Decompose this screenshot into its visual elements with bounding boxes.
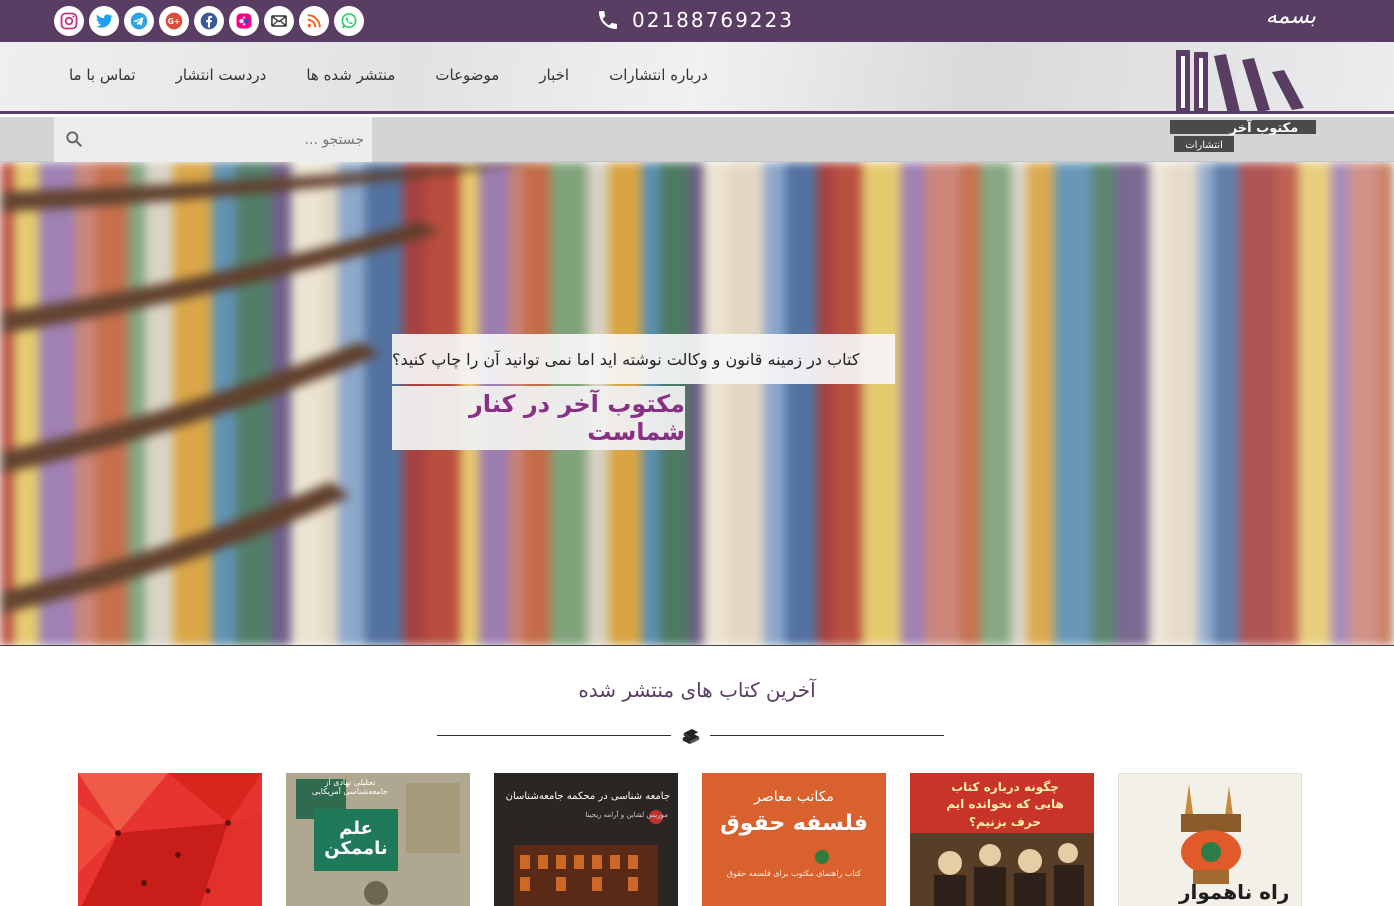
book-card[interactable]: چگونه درباره کتاب هایی که نخوانده ایم حر… — [910, 773, 1094, 906]
phone-number: 02188769223 — [632, 8, 794, 32]
book-subtitle: مکاتب معاصر — [754, 789, 834, 805]
google-plus-icon[interactable]: G+ — [159, 6, 189, 36]
divider-right — [710, 735, 944, 736]
book-title: چگونه درباره کتاب هایی که نخوانده ایم حر… — [946, 780, 1064, 829]
nav-item-about[interactable]: درباره انتشارات — [609, 66, 708, 84]
flickr-icon[interactable] — [229, 6, 259, 36]
phone-contact[interactable]: 02188769223 — [596, 5, 794, 35]
svg-text:G+: G+ — [168, 17, 180, 26]
hero-banner: کتاب در زمینه قانون و وکالت نوشته اید ام… — [0, 162, 1394, 646]
whatsapp-icon[interactable] — [334, 6, 364, 36]
telegram-icon[interactable] — [124, 6, 154, 36]
book-cover-image — [78, 773, 262, 906]
rss-icon[interactable] — [299, 6, 329, 36]
latest-books-list: تحلیلی نهادی از جامعه‌شناسی آمریکایی علم… — [78, 773, 1302, 906]
logo-name-text: مکتوب آخر — [1229, 119, 1299, 136]
top-bar: G+ 02188769223 بسمه — [0, 0, 1394, 42]
logo-graphic: انتشارات مکتوب آخر — [1170, 50, 1316, 152]
bookshelf-image — [0, 162, 1394, 645]
phone-icon — [599, 11, 617, 29]
instagram-icon[interactable] — [54, 6, 84, 36]
bismillah-text: بسمه — [1265, 4, 1316, 29]
email-icon[interactable] — [264, 6, 294, 36]
book-title: فلسفه حقوق — [720, 811, 868, 836]
books-icon — [682, 729, 700, 745]
social-links: G+ — [54, 6, 364, 36]
nav-item-news[interactable]: اخبار — [539, 66, 569, 84]
hero-tagline: مکتوب آخر در کنار شماست — [392, 386, 685, 450]
book-title: علم ناممکن — [324, 818, 388, 859]
twitter-icon[interactable] — [89, 6, 119, 36]
search-icon[interactable] — [64, 129, 84, 149]
book-card[interactable]: جامعه شناسی در محکمه جامعه‌شناسان موریس … — [494, 773, 678, 906]
book-title: راه ناهموار — [1179, 880, 1290, 904]
nav-item-topics[interactable]: موضوعات — [435, 66, 499, 84]
book-card[interactable]: تحلیلی نهادی از جامعه‌شناسی آمریکایی علم… — [286, 773, 470, 906]
hero-question: کتاب در زمینه قانون و وکالت نوشته اید ام… — [392, 334, 895, 384]
book-subtitle: تحلیلی نهادی از جامعه‌شناسی آمریکایی — [311, 778, 389, 796]
latest-books-title: آخرین کتاب های منتشر شده — [578, 678, 816, 702]
main-nav: درباره انتشارات اخبار موضوعات منتشر شده … — [69, 66, 708, 84]
logo-sub-text: انتشارات — [1185, 140, 1223, 151]
book-note: کتاب راهنمای مکتوب برای فلسفه حقوق — [726, 869, 862, 878]
book-subtitle: موریس لشاین و آرامه ریجینا — [585, 811, 668, 819]
site-logo[interactable]: انتشارات مکتوب آخر — [1154, 46, 1316, 158]
facebook-icon[interactable] — [194, 6, 224, 36]
book-card[interactable] — [78, 773, 262, 906]
nav-item-published[interactable]: منتشر شده ها — [306, 66, 395, 84]
book-badge-icon — [815, 850, 829, 864]
book-card[interactable]: راه ناهموار — [1118, 773, 1302, 906]
divider-left — [437, 735, 671, 736]
search-input[interactable] — [94, 124, 364, 155]
nav-item-upcoming[interactable]: دردست انتشار — [176, 66, 267, 84]
nav-item-contact[interactable]: تماس با ما — [69, 66, 136, 84]
book-title: جامعه شناسی در محکمه جامعه‌شناسان — [505, 791, 670, 802]
search-box — [54, 117, 372, 162]
book-card[interactable]: مکاتب معاصر فلسفه حقوق کتاب راهنمای مکتو… — [702, 773, 886, 906]
